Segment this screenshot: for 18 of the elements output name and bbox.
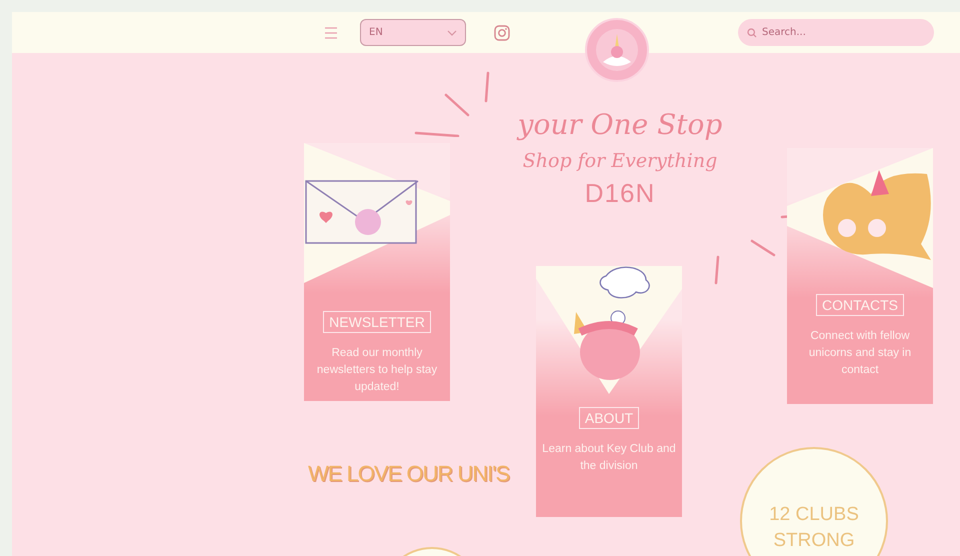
stat-text: 12 CLUBS STRONG bbox=[768, 503, 860, 553]
hero-heading-line: Shop for Everything bbox=[522, 149, 718, 174]
card-title-button[interactable]: CONTACTS bbox=[816, 294, 904, 316]
card-description: Learn about Key Club and the division bbox=[541, 442, 677, 474]
menu-icon[interactable] bbox=[324, 26, 338, 38]
tagline-heading: WE LOVE OUR UNI'S bbox=[308, 461, 510, 487]
hero-heading-line: your One Stop bbox=[516, 107, 724, 143]
chevron-icon bbox=[447, 30, 457, 36]
unicorn-logo[interactable] bbox=[585, 18, 649, 82]
search-icon bbox=[747, 28, 757, 38]
card-description: Connect with fellow unicorns and stay in contact bbox=[808, 329, 912, 378]
search-field[interactable]: Search... bbox=[738, 19, 934, 46]
instagram-icon[interactable] bbox=[494, 24, 510, 40]
card-title-button[interactable]: ABOUT bbox=[578, 407, 640, 429]
card-description: Read our monthly newsletters to help stay updated! bbox=[316, 346, 438, 395]
hero-heading-line: D16N bbox=[584, 177, 656, 209]
card-title-button[interactable]: NEWSLETTER bbox=[323, 311, 431, 333]
language-select[interactable]: EN bbox=[360, 19, 466, 46]
